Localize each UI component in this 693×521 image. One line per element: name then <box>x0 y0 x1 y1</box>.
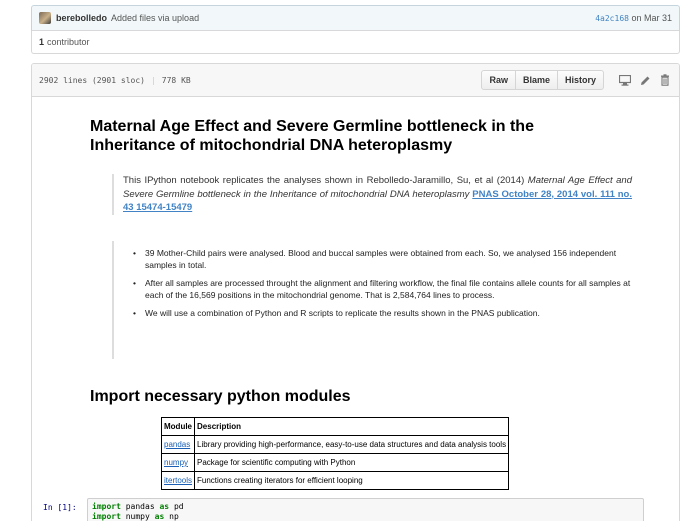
intro-blockquote: This IPython notebook replicates the ana… <box>112 174 632 215</box>
modules-table: Module Description pandas Library provid… <box>160 417 510 490</box>
code-keyword: import <box>92 502 121 511</box>
commit-message[interactable]: Added files via upload <box>111 13 199 23</box>
module-link-numpy[interactable]: numpy <box>164 458 188 467</box>
contributors-count: 1 <box>39 37 45 47</box>
code-alias: pd <box>173 502 184 511</box>
code-line: import pandas as pd <box>92 502 639 512</box>
commit-sha-link[interactable]: 4a2c168 <box>595 14 629 23</box>
module-link-pandas[interactable]: pandas <box>164 440 190 449</box>
file-header: 2902 lines (2901 sloc) | 778 KB Raw Blam… <box>32 64 679 97</box>
summary-list: 39 Mother-Child pairs were analysed. Blo… <box>129 247 632 319</box>
code-cell[interactable]: import pandas as pd import numpy as np i… <box>87 498 644 521</box>
module-description: Library providing high-performance, easy… <box>194 435 510 454</box>
desktop-icon[interactable] <box>618 73 632 87</box>
column-header-module: Module <box>160 417 196 436</box>
trash-icon[interactable] <box>658 73 672 87</box>
module-description: Functions creating iterators for efficie… <box>194 471 510 490</box>
table-row: pandas Library providing high-performanc… <box>160 435 510 454</box>
section-heading: Import necessary python modules <box>90 388 351 405</box>
table-header-row: Module Description <box>160 417 510 436</box>
cell-prompt: In [1]: <box>43 503 77 512</box>
notebook-title: Maternal Age Effect and Severe Germline … <box>90 118 534 154</box>
history-button[interactable]: History <box>557 70 604 90</box>
file-lines: 2902 lines (2901 sloc) <box>39 75 145 85</box>
table-row: numpy Package for scientific computing w… <box>160 453 510 472</box>
code-keyword: as <box>159 502 170 511</box>
file-info-divider: | <box>150 75 156 85</box>
code-alias: np <box>169 512 179 521</box>
column-header-description: Description <box>194 417 510 436</box>
contributors-bar[interactable]: 1 contributor <box>31 31 680 54</box>
raw-button[interactable]: Raw <box>481 70 516 90</box>
code-module: pandas <box>125 502 155 511</box>
summary-item: 39 Mother-Child pairs were analysed. Blo… <box>129 247 632 271</box>
file-actions: Raw Blame History <box>481 70 604 90</box>
commit-author-link[interactable]: berebolledo <box>56 13 107 23</box>
summary-item: We will use a combination of Python and … <box>129 307 632 319</box>
pencil-icon[interactable] <box>638 73 652 87</box>
commit-meta: 4a2c168 on Mar 31 <box>595 13 672 23</box>
contributors-label: contributor <box>47 37 90 47</box>
module-description: Package for scientific computing with Py… <box>194 453 510 472</box>
code-module: numpy <box>125 512 150 521</box>
summary-blockquote: 39 Mother-Child pairs were analysed. Blo… <box>112 241 632 359</box>
summary-item: After all samples are processed throught… <box>129 277 632 301</box>
file-box: 2902 lines (2901 sloc) | 778 KB Raw Blam… <box>31 63 680 521</box>
commit-bar: berebolledo Added files via upload 4a2c1… <box>31 5 680 31</box>
avatar[interactable] <box>39 12 51 24</box>
module-link-itertools[interactable]: itertools <box>164 476 192 485</box>
intro-text: This IPython notebook replicates the ana… <box>123 175 528 186</box>
code-keyword: import <box>92 512 121 521</box>
blame-button[interactable]: Blame <box>515 70 558 90</box>
file-size: 778 KB <box>161 75 191 85</box>
table-row: itertools Functions creating iterators f… <box>160 471 510 490</box>
code-keyword: as <box>154 512 165 521</box>
code-line: import numpy as np <box>92 512 639 521</box>
commit-date: on Mar 31 <box>631 13 672 23</box>
